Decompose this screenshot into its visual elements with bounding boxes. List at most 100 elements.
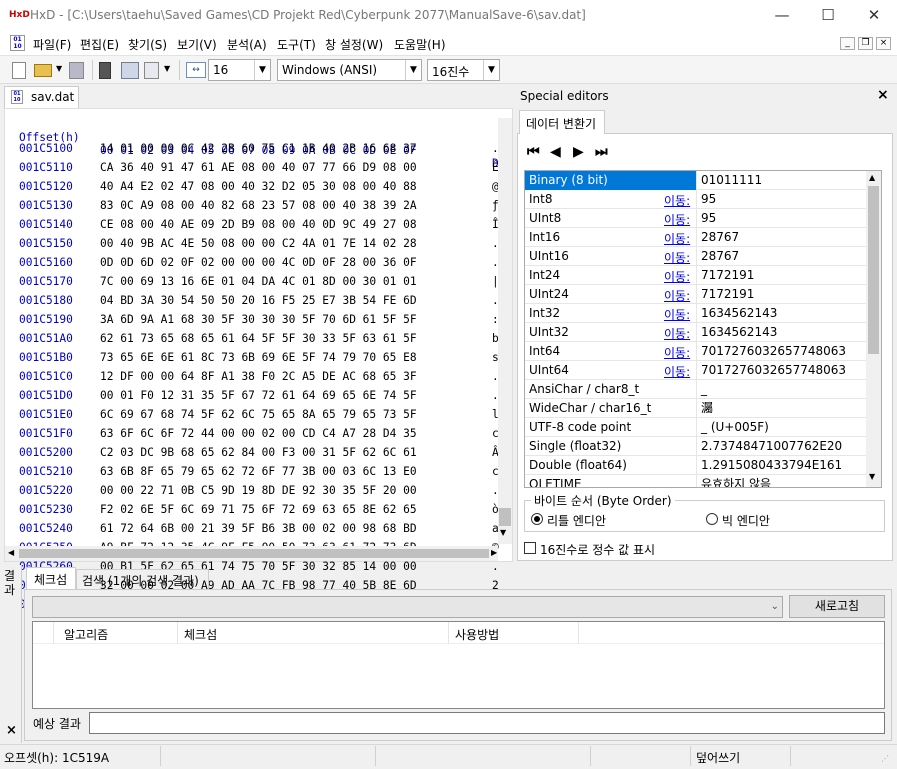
- inspector-value[interactable]: 1.2915080433794E161: [696, 456, 842, 475]
- row-bytes[interactable]: 00 00 22 71 0B C5 9D 19 8D DE 92 30 35 5…: [100, 484, 417, 497]
- hex-row[interactable]: 001C5200 C2 03 DC 9B 68 65 62 84 00 F3 00…: [5, 446, 505, 465]
- inspector-row[interactable]: UTF-8 code point _ (U+005F): [525, 418, 867, 437]
- hex-row[interactable]: 001C51D0 00 01 F0 12 31 35 5F 67 72 61 64…: [5, 389, 505, 408]
- inspector-row[interactable]: UInt16 이동: 28767: [525, 247, 867, 266]
- save-icon[interactable]: [69, 62, 84, 79]
- properties-icon[interactable]: [121, 62, 139, 79]
- charset-select[interactable]: Windows (ANSI) ▼: [277, 59, 422, 81]
- close-icon[interactable]: ×: [6, 723, 17, 738]
- row-bytes[interactable]: 6C 69 67 68 74 5F 62 6C 75 65 8A 65 79 6…: [100, 408, 417, 421]
- inspector-value[interactable]: 灟: [696, 399, 713, 418]
- inspector-row[interactable]: OLETIME 유효하지 않음: [525, 475, 867, 487]
- row-bytes[interactable]: F2 02 6E 5F 6C 69 71 75 6F 72 69 63 65 8…: [100, 503, 417, 516]
- minimize-button[interactable]: —: [759, 0, 805, 31]
- row-bytes[interactable]: 00 01 F0 12 31 35 5F 67 72 61 64 69 65 6…: [100, 389, 417, 402]
- inspector-row[interactable]: Single (float32) 2.73748471007762E20: [525, 437, 867, 456]
- resize-grip-icon[interactable]: ⋰: [881, 754, 889, 763]
- inspector-value[interactable]: 7172191: [696, 266, 754, 285]
- export-icon[interactable]: [144, 62, 159, 79]
- tab-search[interactable]: 검색 (1개의 검색 결과): [76, 569, 209, 589]
- hex-vertical-scrollbar[interactable]: ▼: [498, 118, 512, 544]
- row-bytes[interactable]: 3A 6D 9A A1 68 30 5F 30 30 30 5F 70 6D 6…: [100, 313, 417, 326]
- hex-row[interactable]: 001C51E0 6C 69 67 68 74 5F 62 6C 75 65 8A…: [5, 408, 505, 427]
- inspector-row[interactable]: UInt64 이동: 7017276032657748063: [525, 361, 867, 380]
- row-bytes[interactable]: 63 6F 6C 6F 72 44 00 00 02 00 CD C4 A7 2…: [100, 427, 417, 440]
- bytes-per-row-select[interactable]: 16 ▼: [208, 59, 271, 81]
- goto-link[interactable]: 이동:: [664, 192, 690, 209]
- row-bytes[interactable]: C2 03 DC 9B 68 65 62 84 00 F3 00 31 5F 6…: [100, 446, 417, 459]
- row-bytes[interactable]: CA 36 40 91 47 61 AE 08 00 40 07 77 66 D…: [100, 161, 417, 174]
- row-bytes[interactable]: 40 A4 E2 02 47 08 00 40 32 D2 05 30 08 0…: [100, 180, 417, 193]
- inspector-row[interactable]: AnsiChar / char8_t _: [525, 380, 867, 399]
- close-icon[interactable]: ×: [877, 87, 889, 103]
- hex-row[interactable]: 001C5150 00 40 9B AC 4E 50 08 00 00 C2 4A…: [5, 237, 505, 256]
- menu-help[interactable]: 도움말(H): [394, 36, 446, 53]
- hex-row[interactable]: 001C51C0 12 DF 00 00 64 8F A1 38 F0 2C A5…: [5, 370, 505, 389]
- row-bytes[interactable]: 7C 00 69 13 16 6E 01 04 DA 4C 01 8D 00 3…: [100, 275, 417, 288]
- goto-link[interactable]: 이동:: [664, 249, 690, 266]
- algorithm-select[interactable]: ⌄: [32, 596, 783, 618]
- goto-link[interactable]: 이동:: [664, 287, 690, 304]
- big-endian-radio[interactable]: [706, 513, 718, 525]
- inspector-row[interactable]: Int24 이동: 7172191: [525, 266, 867, 285]
- checksum-results-list[interactable]: 알고리즘 체크섬 사용방법: [32, 621, 885, 709]
- hex-row[interactable]: 001C51B0 73 65 6E 6E 61 8C 73 6B 69 6E 5F…: [5, 351, 505, 370]
- first-icon[interactable]: ⏮: [527, 144, 540, 160]
- hex-row[interactable]: 001C5120 40 A4 E2 02 47 08 00 40 32 D2 05…: [5, 180, 505, 199]
- inspector-value[interactable]: 28767: [696, 247, 739, 266]
- inspector-value[interactable]: _: [696, 380, 707, 399]
- goto-link[interactable]: 이동:: [664, 325, 690, 342]
- menu-view[interactable]: 보기(V): [177, 36, 217, 53]
- inspector-value[interactable]: 95: [696, 190, 716, 209]
- maximize-button[interactable]: ☐: [805, 0, 851, 31]
- hex-row[interactable]: 001C5210 63 6B 8F 65 79 65 62 72 6F 77 3B…: [5, 465, 505, 484]
- hex-row[interactable]: 001C5100 14 01 00 00 0C 42 2B 60 75 C1 1B…: [5, 142, 505, 161]
- inspector-scrollbar[interactable]: ▲ ▼: [866, 171, 881, 487]
- hex-row[interactable]: 001C5220 00 00 22 71 0B C5 9D 19 8D DE 92…: [5, 484, 505, 503]
- tab-checksum[interactable]: 체크섬: [26, 567, 76, 590]
- inspector-row[interactable]: Double (float64) 1.2915080433794E161: [525, 456, 867, 475]
- big-endian-label[interactable]: 빅 엔디안: [722, 512, 770, 529]
- hex-row[interactable]: 001C51A0 62 61 73 65 68 65 61 64 5F 5F 30…: [5, 332, 505, 351]
- inspector-row[interactable]: Binary (8 bit) 01011111: [525, 171, 867, 190]
- row-bytes[interactable]: CE 08 00 40 AE 09 2D B9 08 00 40 0D 9C 4…: [100, 218, 417, 231]
- hex-row[interactable]: 001C5180 04 BD 3A 30 54 50 50 20 16 F5 25…: [5, 294, 505, 313]
- row-bytes[interactable]: 73 65 6E 6E 61 8C 73 6B 69 6E 5F 74 79 7…: [100, 351, 417, 364]
- hex-integer-label[interactable]: 16진수로 정수 값 표시: [540, 541, 655, 558]
- inspector-value[interactable]: _ (U+005F): [696, 418, 769, 437]
- inspector-row[interactable]: Int64 이동: 7017276032657748063: [525, 342, 867, 361]
- row-bytes[interactable]: 62 61 73 65 68 65 61 64 5F 5F 30 33 5F 6…: [100, 332, 417, 345]
- inspector-value[interactable]: 1634562143: [696, 304, 777, 323]
- mdi-restore-button[interactable]: ❐: [858, 37, 873, 50]
- column-algorithm[interactable]: 알고리즘: [64, 626, 108, 643]
- little-endian-radio[interactable]: [531, 513, 543, 525]
- document-tab[interactable]: 01 10 sav.dat: [4, 86, 79, 108]
- scroll-left-icon[interactable]: ◀: [8, 548, 14, 557]
- column-usage[interactable]: 사용방법: [455, 626, 499, 643]
- hex-horizontal-scrollbar[interactable]: ◀ ▶: [5, 546, 498, 561]
- inspector-row[interactable]: Int32 이동: 1634562143: [525, 304, 867, 323]
- hex-integer-checkbox[interactable]: [524, 542, 536, 554]
- document-icon[interactable]: 01 10: [10, 35, 25, 51]
- inspector-row[interactable]: UInt32 이동: 1634562143: [525, 323, 867, 342]
- data-inspector-table[interactable]: Binary (8 bit) 01011111 Int8 이동: 95 UInt8 이동: 9…: [524, 170, 882, 488]
- hex-editor[interactable]: Offset(h) 00 01 02 03 04 05 06 07 08 09 …: [4, 108, 513, 611]
- hex-row[interactable]: 001C5110 CA 36 40 91 47 61 AE 08 00 40 07…: [5, 161, 505, 180]
- tab-data-inspector[interactable]: 데이터 변환기: [519, 110, 605, 134]
- inspector-row[interactable]: UInt8 이동: 95: [525, 209, 867, 228]
- menu-window[interactable]: 창 설정(W): [325, 36, 383, 53]
- new-file-icon[interactable]: [12, 62, 26, 79]
- inspector-value[interactable]: 7172191: [696, 285, 754, 304]
- scroll-thumb[interactable]: [499, 508, 511, 526]
- offset-base-select[interactable]: 16진수 ▼: [427, 59, 500, 81]
- scroll-thumb[interactable]: [19, 549, 489, 558]
- mdi-minimize-button[interactable]: _: [840, 37, 855, 50]
- goto-link[interactable]: 이동:: [664, 211, 690, 228]
- hex-row[interactable]: 001C5170 7C 00 69 13 16 6E 01 04 DA 4C 01…: [5, 275, 505, 294]
- goto-link[interactable]: 이동:: [664, 344, 690, 361]
- refresh-button[interactable]: 새로고침: [789, 595, 885, 618]
- scroll-down-icon[interactable]: ▼: [869, 472, 875, 481]
- menu-file[interactable]: 파일(F): [33, 36, 71, 53]
- inspector-value[interactable]: 2.73748471007762E20: [696, 437, 842, 456]
- last-icon[interactable]: ⏭: [595, 144, 608, 160]
